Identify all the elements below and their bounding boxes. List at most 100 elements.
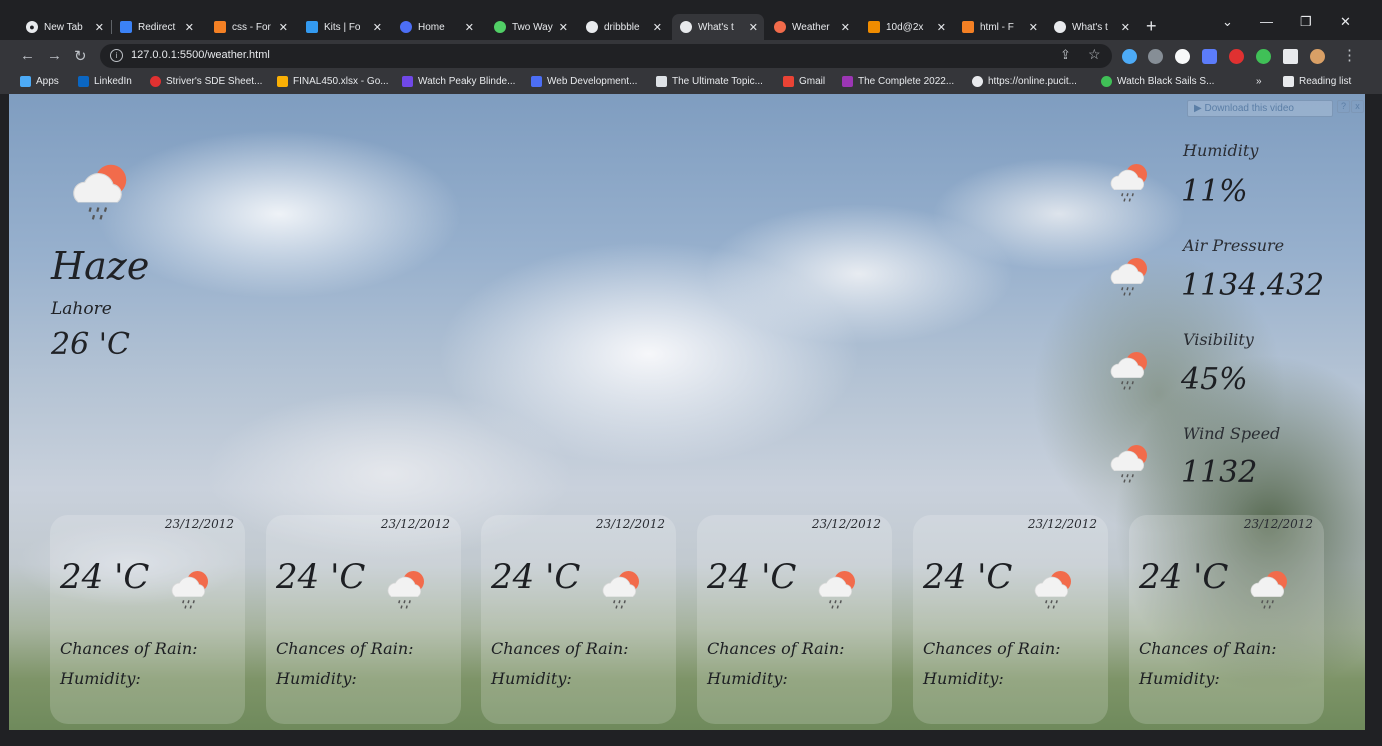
forecast-temperature: 24 'C [276,557,366,597]
bookmark-ultimate[interactable]: The Ultimate Topic... [656,76,763,87]
puzzle-icon[interactable] [1283,49,1298,64]
close-icon[interactable]: ✕ [465,21,474,34]
bookmark-striver[interactable]: Striver's SDE Sheet... [150,76,262,87]
sun-cloud-rain-icon [1029,565,1077,618]
tab-active-whats[interactable]: What's t ✕ [672,14,764,40]
weather-condition: Haze [51,244,150,288]
bookmark-pucit[interactable]: https://online.pucit... [972,76,1077,87]
tab-css[interactable]: css - For ✕ [206,14,294,40]
linkedin-icon [78,76,89,87]
bookmark-label: FINAL450.xlsx - Go... [293,76,389,87]
bookmark-label: Watch Peaky Blinde... [418,76,516,87]
forecast-date: 23/12/2012 [1027,517,1097,531]
weather-site-icon [774,21,786,33]
extension-icon[interactable] [1229,49,1244,64]
docs-icon [531,76,542,87]
tab-10d2x[interactable]: 10d@2x ✕ [860,14,952,40]
bookmark-black-sails[interactable]: Watch Black Sails S... [1101,76,1214,87]
forecast-card: 23/12/2012 24 'C Chances of Rain: Humidi… [913,515,1108,724]
bookmark-label: Apps [36,76,59,87]
forecast-card: 23/12/2012 24 'C Chances of Rain: Humidi… [50,515,245,724]
tab-label: Kits | Fo [324,21,361,33]
site-icon [150,76,161,87]
url-text[interactable]: 127.0.0.1:5500/weather.html [131,49,270,61]
close-icon[interactable]: ✕ [653,21,662,34]
video-help-button[interactable]: ? [1337,100,1350,113]
image-icon [868,21,880,33]
bookmark-label: The Complete 2022... [858,76,955,87]
bookmark-label: The Ultimate Topic... [672,76,763,87]
extension-icon[interactable] [1122,49,1137,64]
tab-kits[interactable]: Kits | Fo ✕ [298,14,388,40]
drive-icon [277,76,288,87]
globe-icon [586,21,598,33]
extension-icon[interactable] [1256,49,1271,64]
reading-list[interactable]: Reading list [1283,76,1351,87]
browser-toolbar: ← → ↻ i 127.0.0.1:5500/weather.html ⇪ ☆ … [0,40,1382,72]
chances-of-rain-label: Chances of Rain: [276,639,414,658]
back-arrow-icon[interactable]: ← [20,47,35,64]
minimize-icon[interactable]: — [1260,14,1273,29]
chances-of-rain-label: Chances of Rain: [491,639,629,658]
close-icon[interactable]: ✕ [749,21,758,34]
chances-of-rain-label: Chances of Rain: [1139,639,1277,658]
menu-kebab-icon[interactable]: ⋮ [1342,46,1357,64]
reading-list-label: Reading list [1299,76,1352,87]
tab-label: dribbble [604,21,640,33]
address-bar[interactable]: i 127.0.0.1:5500/weather.html ⇪ ☆ [100,44,1112,68]
star-icon[interactable]: ☆ [1088,46,1101,63]
tab-new-tab[interactable]: ● New Tab ✕ [18,14,110,40]
forecast-date: 23/12/2012 [1243,517,1313,531]
bookmark-complete[interactable]: The Complete 2022... [842,76,954,87]
close-icon[interactable]: ✕ [841,21,850,34]
wind-speed-value: 1132 [1181,455,1258,490]
close-icon[interactable]: ✕ [185,21,194,34]
city-name: Lahore [51,299,112,319]
window-close-icon[interactable]: ✕ [1340,14,1351,30]
tab-label: What's t [1072,21,1108,33]
humidity-label: Humidity: [1139,669,1220,688]
tab-redirect[interactable]: Redirect ✕ [112,14,200,40]
bookmark-label: https://online.pucit... [988,76,1077,87]
chevron-double-icon: » [1256,76,1262,87]
extension-icon[interactable] [1202,49,1217,64]
extension-icon[interactable] [1175,49,1190,64]
more-bookmarks[interactable]: » [1256,76,1262,87]
close-icon[interactable]: ✕ [937,21,946,34]
maximize-icon[interactable]: ❐ [1300,14,1312,30]
bookmark-webdev[interactable]: Web Development... [531,76,637,87]
tab-whats-2[interactable]: What's t ✕ [1046,14,1136,40]
close-icon[interactable]: ✕ [279,21,288,34]
stackoverflow-icon [214,21,226,33]
bookmark-peaky[interactable]: Watch Peaky Blinde... [402,76,515,87]
forward-arrow-icon[interactable]: → [47,47,62,64]
humidity-label: Humidity: [60,669,141,688]
tab-dribbble[interactable]: dribbble ✕ [578,14,668,40]
close-icon[interactable]: ✕ [559,21,568,34]
forecast-temperature: 24 'C [491,557,581,597]
close-icon[interactable]: ✕ [373,21,382,34]
share-icon[interactable]: ⇪ [1060,47,1071,63]
bookmark-apps[interactable]: Apps [20,76,59,87]
bookmark-label: Watch Black Sails S... [1117,76,1215,87]
tab-weather[interactable]: Weather ✕ [766,14,856,40]
close-icon[interactable]: ✕ [1029,21,1038,34]
extension-icon[interactable] [1148,49,1163,64]
close-icon[interactable]: ✕ [1121,21,1130,34]
bookmark-linkedin[interactable]: LinkedIn [78,76,132,87]
info-icon[interactable]: i [110,49,123,62]
tab-html[interactable]: html - F ✕ [954,14,1044,40]
site-icon [842,76,853,87]
bookmark-final450[interactable]: FINAL450.xlsx - Go... [277,76,389,87]
video-close-button[interactable]: x [1351,100,1364,113]
new-tab-plus-icon[interactable]: + [1146,16,1157,37]
tab-home[interactable]: Home ✕ [392,14,480,40]
sun-cloud-rain-icon [1105,346,1153,399]
avatar[interactable] [1310,49,1325,64]
tab-two-way[interactable]: Two Way ✕ [486,14,574,40]
reload-icon[interactable]: ↻ [74,47,87,65]
close-icon[interactable]: ✕ [95,21,104,34]
download-video-button[interactable]: ▶ Download this video [1187,100,1333,117]
tab-search-chevron-icon[interactable]: ⌄ [1222,14,1233,30]
bookmark-gmail[interactable]: Gmail [783,76,825,87]
